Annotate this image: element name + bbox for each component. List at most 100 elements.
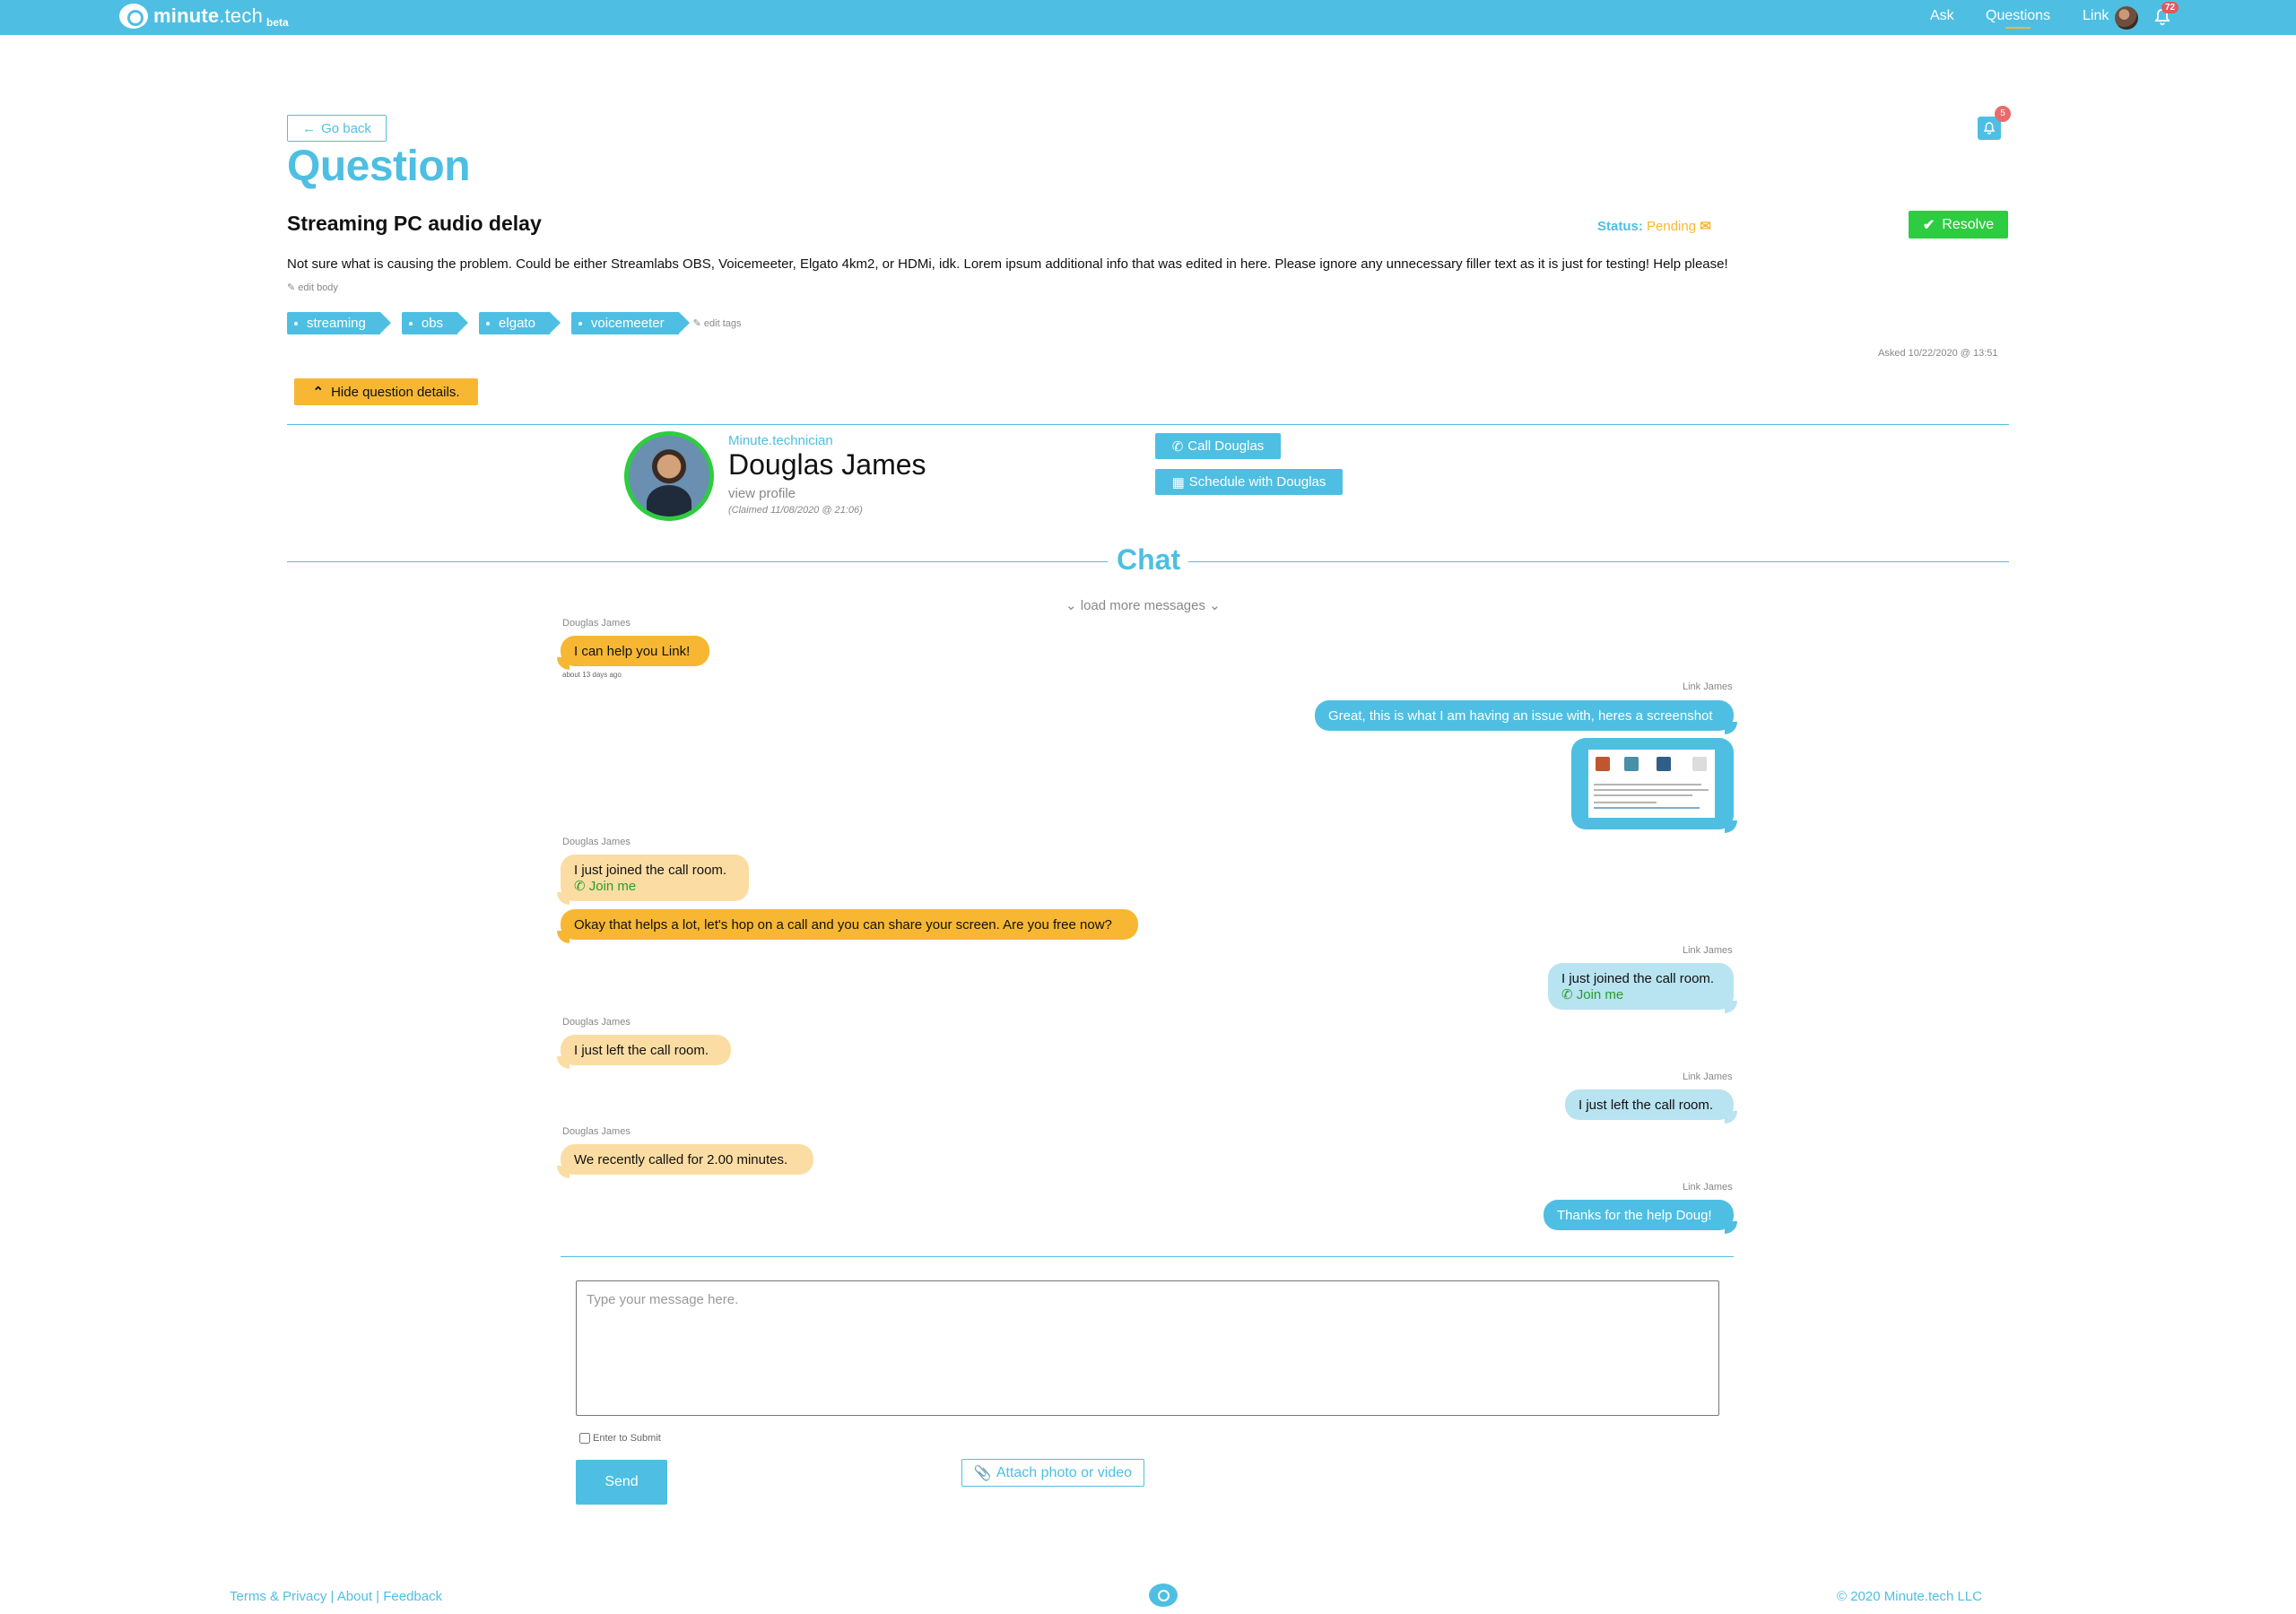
nav-questions-link[interactable]: Questions [1986, 8, 2050, 24]
brand-name: minute [153, 4, 220, 27]
about-link[interactable]: About [337, 1589, 372, 1604]
calendar-icon: ▦ [1171, 474, 1185, 490]
nav-user-link[interactable]: Link [2083, 8, 2109, 24]
technician-name: Douglas James [728, 448, 926, 481]
top-navbar: minute.tech beta Ask Questions Link 72 [0, 0, 2296, 35]
message-input[interactable] [576, 1280, 1719, 1416]
schedule-button[interactable]: ▦ Schedule with Douglas [1155, 469, 1343, 495]
chat-message: Okay that helps a lot, let's hop on a ca… [557, 909, 1138, 943]
message-text: Great, this is what I am having an issue… [1328, 707, 1713, 724]
chat-title: Chat [1117, 543, 1181, 576]
user-avatar[interactable] [2115, 6, 2138, 30]
bell-count-badge: 72 [2161, 2, 2179, 13]
handshake-icon: ✉ [1700, 219, 1711, 234]
hide-details-button[interactable]: ⌃ Hide question details. [294, 378, 478, 405]
attach-button[interactable]: 📎 Attach photo or video [961, 1459, 1144, 1487]
load-more-label: load more messages [1080, 598, 1205, 613]
technician-avatar[interactable] [624, 431, 714, 521]
chat-message: I just joined the call room. ✆ Join me [557, 855, 749, 905]
arrow-left-icon: ← [302, 120, 317, 136]
tag-obs[interactable]: obs [401, 312, 469, 334]
message-text: I just joined the call room. [574, 862, 727, 878]
join-label: Join me [1576, 986, 1624, 1002]
message-sender: Link James [1683, 1182, 1733, 1193]
send-button[interactable]: Send [576, 1460, 667, 1505]
message-sender: Douglas James [562, 1017, 631, 1028]
chat-divider-right [1188, 561, 2009, 562]
message-text: Thanks for the help Doug! [1557, 1207, 1712, 1223]
tag-list: streaming obs elgato voicemeeter ✎ edit … [287, 312, 742, 334]
brand-tld: .tech [219, 4, 264, 27]
screenshot-thumbnail[interactable] [1588, 750, 1715, 818]
chat-message: I just left the call room. [557, 1035, 731, 1069]
technician-role: Minute.technician [728, 433, 833, 448]
screenshot-attachment[interactable] [1571, 738, 1737, 833]
resolve-button[interactable]: ✔ Resolve [1909, 211, 2008, 239]
message-sender: Link James [1683, 945, 1733, 956]
notification-count-badge: 5 [1995, 106, 2011, 122]
attach-label: Attach photo or video [996, 1464, 1133, 1480]
chat-message: I just joined the call room. ✆ Join me [1548, 963, 1737, 1013]
edit-body-link[interactable]: ✎ edit body [287, 282, 338, 293]
copyright: © 2020 Minute.tech LLC [1837, 1589, 1982, 1604]
question-title: Streaming PC audio delay [287, 212, 542, 235]
call-button[interactable]: ✆ Call Douglas [1155, 433, 1281, 459]
join-label: Join me [588, 878, 637, 894]
edit-tags-link[interactable]: ✎ edit tags [693, 317, 742, 329]
active-nav-underline [2005, 27, 2031, 29]
message-text: I just left the call room. [574, 1042, 709, 1058]
message-text: I can help you Link! [574, 643, 691, 659]
message-sender: Douglas James [562, 618, 631, 629]
chat-message: We recently called for 2.00 minutes. [557, 1144, 813, 1178]
message-sender: Douglas James [562, 837, 631, 847]
paperclip-icon: 📎 [973, 1465, 992, 1481]
chat-message: Thanks for the help Doug! [1544, 1200, 1737, 1234]
tag-streaming[interactable]: streaming [287, 312, 391, 334]
brand-logo[interactable]: minute.tech beta [119, 4, 289, 29]
chat-message: Great, this is what I am having an issue… [1315, 700, 1737, 734]
hide-details-label: Hide question details. [331, 384, 460, 400]
edit-icon: ✎ [287, 282, 296, 293]
go-back-button[interactable]: ← Go back [287, 115, 387, 142]
message-time: about 13 days ago [562, 671, 622, 679]
join-call-link[interactable]: ✆ Join me [574, 878, 735, 894]
edit-icon: ✎ [692, 318, 701, 329]
call-label: Call Douglas [1187, 438, 1265, 454]
chat-divider-left [287, 561, 1108, 562]
edit-body-label: edit body [298, 282, 338, 293]
nav-ask-link[interactable]: Ask [1930, 8, 1954, 24]
divider [561, 1256, 1734, 1257]
logo-icon[interactable] [1149, 1584, 1178, 1607]
schedule-label: Schedule with Douglas [1188, 474, 1326, 490]
chevron-down-icon: ⌄ [1065, 598, 1077, 613]
divider [287, 424, 2009, 425]
join-call-link[interactable]: ✆ Join me [1561, 986, 1720, 1002]
enter-to-submit-label: Enter to Submit [593, 1433, 661, 1444]
phone-icon: ✆ [1561, 986, 1573, 1002]
tag-voicemeeter[interactable]: voicemeeter [570, 312, 690, 334]
resolve-label: Resolve [1942, 216, 1995, 232]
terms-link[interactable]: Terms & Privacy [230, 1589, 326, 1604]
logo-icon [119, 4, 148, 29]
chevron-down-icon: ⌄ [1209, 598, 1221, 613]
go-back-label: Go back [321, 120, 371, 136]
message-text: I just joined the call room. [1561, 970, 1715, 986]
footer-separator: | [376, 1589, 380, 1604]
footer-separator: | [330, 1589, 335, 1604]
edit-tags-label: edit tags [703, 318, 742, 329]
asked-timestamp: Asked 10/22/2020 @ 13:51 [1878, 348, 1998, 359]
claimed-timestamp: (Claimed 11/08/2020 @ 21:06) [728, 505, 863, 516]
message-text: Okay that helps a lot, let's hop on a ca… [574, 916, 1112, 933]
feedback-link[interactable]: Feedback [383, 1589, 442, 1604]
tag-elgato[interactable]: elgato [479, 312, 561, 334]
status-value: Pending [1647, 219, 1697, 234]
load-more-button[interactable]: ⌄ load more messages ⌄ [1065, 597, 1221, 613]
chevron-up-icon: ⌃ [312, 385, 325, 400]
enter-to-submit-checkbox[interactable] [579, 1433, 590, 1444]
enter-to-submit-toggle[interactable]: Enter to Submit [579, 1433, 661, 1444]
check-icon: ✔ [1922, 217, 1935, 233]
view-profile-link[interactable]: view profile [728, 486, 796, 501]
footer-links: Terms & Privacy | About | Feedback [230, 1589, 442, 1604]
message-sender: Link James [1683, 681, 1733, 692]
message-sender: Link James [1683, 1072, 1733, 1082]
